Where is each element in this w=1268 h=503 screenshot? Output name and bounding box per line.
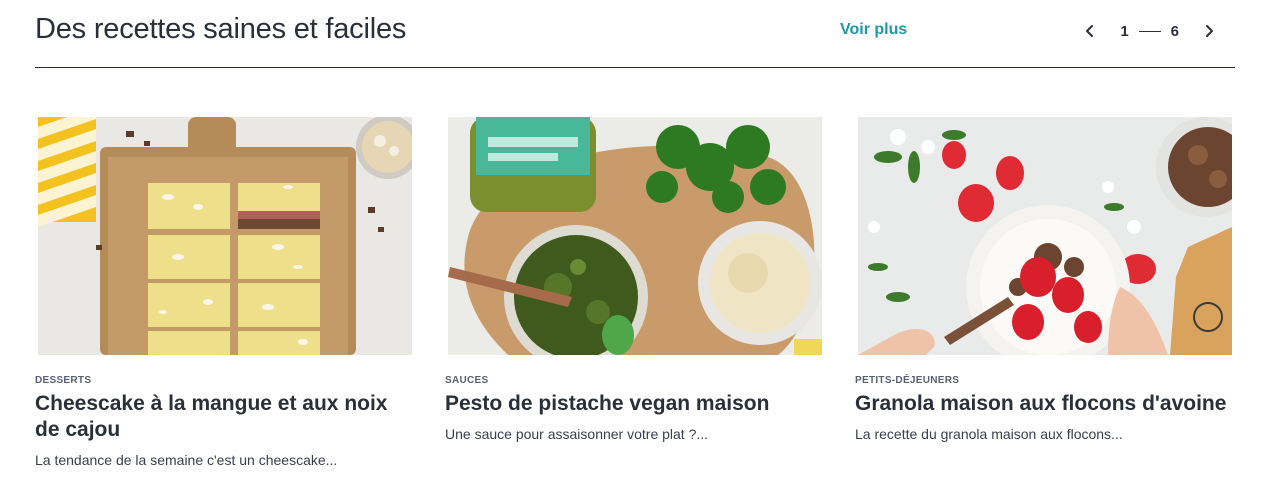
carousel-pager: 1 6 <box>1076 16 1223 46</box>
card-category: DESSERTS <box>35 375 92 386</box>
card-title[interactable]: Cheescake à la mangue et aux noix de caj… <box>35 391 415 443</box>
recipe-cards: DESSERTS Cheescake à la mangue et aux no… <box>35 117 1235 497</box>
recipes-section: Des recettes saines et faciles Voir plus… <box>0 0 1268 503</box>
card-category: PETITS-DÉJEUNERS <box>855 375 960 386</box>
pager-total: 6 <box>1170 22 1179 40</box>
section-title: Des recettes saines et faciles <box>35 13 407 45</box>
cheesecake-image[interactable] <box>38 117 412 355</box>
card-excerpt: Une sauce pour assaisonner votre plat ?.… <box>445 426 709 442</box>
card-title[interactable]: Pesto de pistache vegan maison <box>445 391 825 417</box>
pager-separator <box>1138 30 1161 32</box>
previous-button[interactable] <box>1076 17 1104 45</box>
card-title[interactable]: Granola maison aux flocons d'avoine <box>855 391 1235 417</box>
pesto-image[interactable] <box>448 117 822 355</box>
card-excerpt: La recette du granola maison aux flocons… <box>855 426 1123 442</box>
recipe-card[interactable]: SAUCES Pesto de pistache vegan maison Un… <box>445 117 825 444</box>
card-excerpt: La tendance de la semaine c'est un chees… <box>35 452 338 468</box>
card-category: SAUCES <box>445 375 489 386</box>
section-header: Des recettes saines et faciles Voir plus… <box>35 0 1235 68</box>
chevron-left-icon <box>1086 25 1094 37</box>
see-more-link[interactable]: Voir plus <box>840 21 907 39</box>
recipe-card[interactable]: DESSERTS Cheescake à la mangue et aux no… <box>35 117 415 470</box>
granola-image[interactable] <box>858 117 1232 355</box>
next-button[interactable] <box>1195 17 1223 45</box>
pager-current: 1 <box>1120 22 1129 40</box>
recipe-card[interactable]: PETITS-DÉJEUNERS Granola maison aux floc… <box>855 117 1235 444</box>
chevron-right-icon <box>1206 25 1213 37</box>
